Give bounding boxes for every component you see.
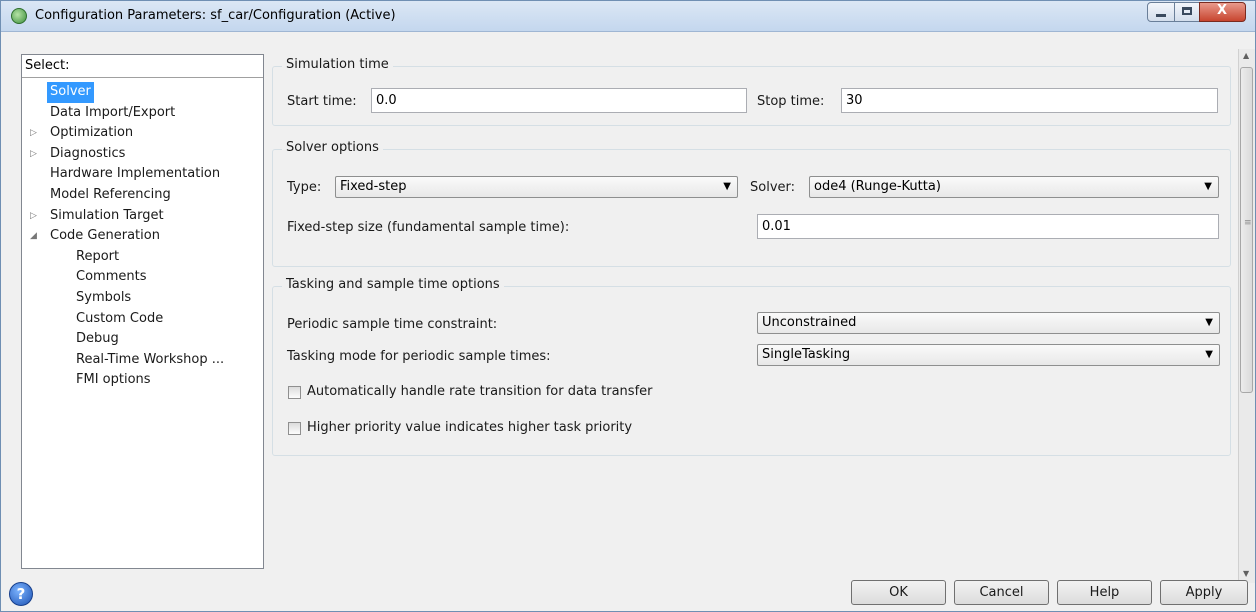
tasking-group: Tasking and sample time options Periodic… — [272, 277, 1231, 456]
chevron-down-icon: ▼ — [1205, 317, 1213, 328]
minimize-icon — [1156, 14, 1166, 17]
maximize-icon — [1182, 7, 1192, 15]
start-time-field[interactable]: 0.0 — [371, 88, 747, 113]
tree-item-label: Symbols — [76, 289, 132, 305]
title-bar: Configuration Parameters: sf_car/Configu… — [1, 1, 1255, 32]
tree-item-label: Debug — [76, 331, 119, 347]
expand-arrow-icon[interactable]: ▷ — [30, 144, 37, 165]
auto-rate-transition-label[interactable]: Automatically handle rate transition for… — [307, 384, 653, 399]
tree-item[interactable]: Custom Code — [22, 309, 263, 330]
start-time-label: Start time: — [287, 94, 357, 109]
tree-item[interactable]: Real-Time Workshop ... — [22, 350, 263, 371]
chevron-down-icon: ▼ — [1204, 181, 1212, 192]
stop-time-field[interactable]: 30 — [841, 88, 1218, 113]
close-button[interactable]: X — [1199, 2, 1246, 22]
higher-priority-label[interactable]: Higher priority value indicates higher t… — [307, 420, 632, 435]
tasking-mode-label: Tasking mode for periodic sample times: — [287, 349, 551, 364]
scroll-down-icon[interactable]: ▼ — [1243, 569, 1249, 578]
tree-item[interactable]: ◢ Code Generation — [22, 226, 263, 247]
auto-rate-transition-checkbox[interactable] — [288, 386, 301, 399]
tree-item-label: Simulation Target — [50, 207, 164, 223]
tasking-mode-select[interactable]: SingleTasking ▼ — [757, 344, 1220, 366]
close-icon: X — [1217, 3, 1228, 18]
minimize-button[interactable] — [1147, 2, 1175, 22]
fixed-step-size-field[interactable]: 0.01 — [757, 214, 1219, 239]
config-parameters-window: Configuration Parameters: sf_car/Configu… — [0, 0, 1256, 612]
tree-item-label: Hardware Implementation — [50, 166, 221, 182]
tree-item[interactable]: ▷ Simulation Target — [22, 206, 263, 227]
help-button[interactable]: Help — [1057, 580, 1152, 605]
stop-time-label: Stop time: — [757, 94, 825, 109]
tasking-title: Tasking and sample time options — [282, 277, 504, 292]
maximize-button[interactable] — [1174, 2, 1200, 22]
category-tree: Solver Data Import/Export ▷ Optimization ▷ Di… — [22, 82, 263, 391]
tree-item-label: Real-Time Workshop ... — [76, 351, 225, 367]
tree-item[interactable]: Solver — [22, 82, 263, 103]
solver-pane: Simulation time Start time: 0.0 Stop tim… — [272, 49, 1238, 567]
tree-item-label: Model Referencing — [50, 186, 171, 202]
solver-value: ode4 (Runge-Kutta) — [814, 179, 941, 194]
apply-button[interactable]: Apply — [1160, 580, 1248, 605]
vertical-scrollbar[interactable]: ▲ ≡ ▼ — [1238, 49, 1255, 583]
select-tree-panel: Select: Solver Data Import/Export ▷ Optimiz… — [21, 54, 264, 569]
simulink-app-icon — [11, 8, 27, 24]
chevron-down-icon: ▼ — [1205, 349, 1213, 360]
solver-type-select[interactable]: Fixed-step ▼ — [335, 176, 738, 198]
solver-select[interactable]: ode4 (Runge-Kutta) ▼ — [809, 176, 1219, 198]
tree-item-label: Code Generation — [50, 228, 160, 244]
tree-item-label: Custom Code — [76, 310, 164, 326]
tree-item-label: FMI options — [76, 372, 151, 388]
help-icon[interactable]: ? — [9, 582, 33, 606]
tree-item-label: Comments — [76, 269, 147, 285]
tree-item-label: Report — [76, 248, 120, 264]
solver-options-group: Solver options Type: Fixed-step ▼ Solver… — [272, 140, 1231, 267]
tree-item-label: Data Import/Export — [50, 104, 176, 120]
tree-item-label: Diagnostics — [50, 145, 126, 161]
higher-priority-checkbox[interactable] — [288, 422, 301, 435]
tree-item[interactable]: ▷ Optimization — [22, 123, 263, 144]
periodic-constraint-value: Unconstrained — [762, 315, 857, 330]
periodic-constraint-select[interactable]: Unconstrained ▼ — [757, 312, 1220, 334]
chevron-down-icon: ▼ — [723, 181, 731, 192]
type-label: Type: — [287, 180, 322, 195]
expand-arrow-icon[interactable]: ▷ — [30, 206, 37, 227]
tree-item[interactable]: FMI options — [22, 370, 263, 391]
periodic-constraint-label: Periodic sample time constraint: — [287, 317, 498, 332]
simulation-time-group: Simulation time Start time: 0.0 Stop tim… — [272, 57, 1231, 126]
solver-label: Solver: — [750, 180, 796, 195]
grip-icon: ≡ — [1244, 218, 1252, 228]
expand-arrow-icon[interactable]: ▷ — [30, 123, 37, 144]
tree-item-label: Optimization — [50, 125, 134, 141]
select-label: Select: — [25, 58, 70, 73]
ok-button[interactable]: OK — [851, 580, 946, 605]
scroll-up-icon[interactable]: ▲ — [1243, 51, 1249, 60]
tree-item[interactable]: Debug — [22, 329, 263, 350]
simulation-time-title: Simulation time — [282, 57, 393, 72]
tree-item[interactable]: Comments — [22, 267, 263, 288]
solver-type-value: Fixed-step — [340, 179, 407, 194]
tree-item[interactable]: Hardware Implementation — [22, 164, 263, 185]
tree-item[interactable]: Symbols — [22, 288, 263, 309]
tree-item[interactable]: Report — [22, 247, 263, 268]
fixed-step-size-label: Fixed-step size (fundamental sample time… — [287, 220, 570, 235]
cancel-button[interactable]: Cancel — [954, 580, 1049, 605]
tree-item[interactable]: ▷ Diagnostics — [22, 144, 263, 165]
solver-options-title: Solver options — [282, 140, 383, 155]
tasking-mode-value: SingleTasking — [762, 347, 851, 362]
collapse-arrow-icon[interactable]: ◢ — [30, 226, 37, 247]
window-title: Configuration Parameters: sf_car/Configu… — [35, 8, 396, 23]
tree-item[interactable]: Data Import/Export — [22, 103, 263, 124]
tree-divider — [22, 77, 263, 78]
tree-item[interactable]: Model Referencing — [22, 185, 263, 206]
scrollbar-thumb[interactable]: ≡ — [1240, 67, 1253, 393]
tree-item-label: Solver — [47, 82, 94, 103]
